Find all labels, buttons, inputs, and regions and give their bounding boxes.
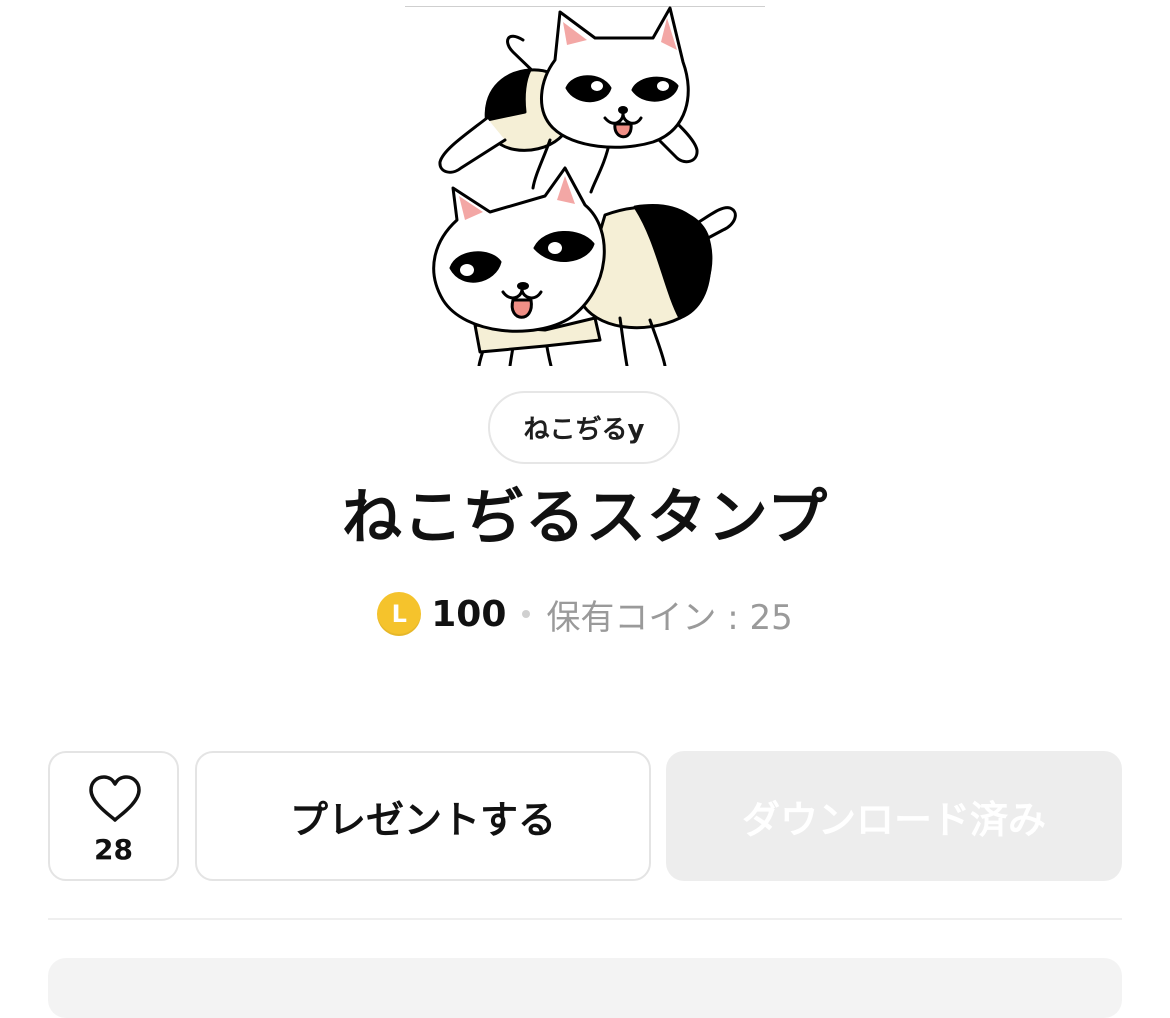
download-button: ダウンロード済み [666, 751, 1122, 881]
line-coin-icon: L [377, 592, 422, 636]
section-divider [48, 918, 1122, 920]
gift-button-label: プレゼントする [289, 797, 556, 842]
bottom-panel [48, 958, 1122, 1018]
cat-sticker-image [432, 6, 737, 366]
gift-button[interactable]: プレゼントする [195, 751, 651, 881]
like-count: 28 [94, 833, 133, 866]
sticker-title: ねこぢるスタンプ [341, 483, 829, 553]
price-amount: 100 [431, 593, 507, 635]
price-row: L 100 保有コイン : 25 [0, 588, 1170, 640]
like-button[interactable]: 28 [48, 751, 179, 881]
author-name: ねこぢるy [523, 415, 645, 445]
author-chip[interactable]: ねこぢるy [488, 391, 680, 464]
download-button-label: ダウンロード済み [741, 797, 1046, 842]
heart-icon [89, 775, 141, 822]
separator-dot [522, 610, 531, 618]
owned-coins: 保有コイン : 25 [546, 597, 793, 638]
